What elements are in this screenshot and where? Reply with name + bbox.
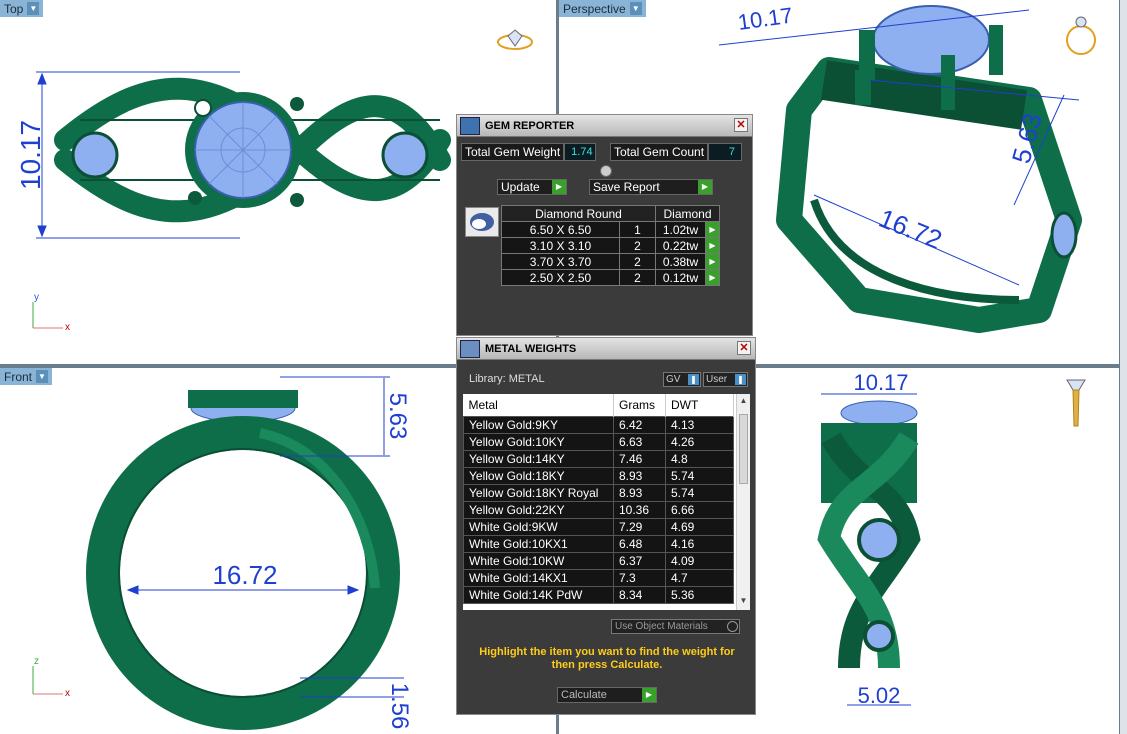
scroll-thumb[interactable] (739, 414, 748, 484)
gv-toggle[interactable]: GV ❚ (663, 372, 701, 387)
dropdown-icon[interactable]: ▼ (36, 370, 49, 383)
metal-table: Metal Grams DWT Yellow Gold:9KY 6.42 4.13 … (463, 394, 734, 604)
update-button[interactable]: Update ▶ (497, 179, 567, 195)
play-arrow-icon: ▶ (552, 180, 566, 194)
right-dim-b: 5.02 (858, 683, 901, 708)
close-icon[interactable]: ✕ (737, 341, 751, 355)
table-row[interactable]: White Gold:10KW 6.37 4.09 (463, 551, 734, 570)
ring-preview-icon (497, 29, 533, 50)
metal-weights-panel: METAL WEIGHTS ✕ Library: METAL GV ❚ User ❚… (456, 337, 756, 715)
use-object-materials-toggle[interactable]: Use Object Materials (611, 619, 740, 634)
top-dimension-height: 10.17 (15, 120, 46, 190)
close-icon[interactable]: ✕ (734, 118, 748, 132)
axis-indicator-front (32, 666, 63, 695)
table-row[interactable]: Yellow Gold:18KY Royal 8.93 5.74 (463, 483, 734, 502)
axis-indicator-top (32, 302, 63, 329)
gem-table: Diamond Round Diamond 6.50 X 6.50 1 1.02tw… (501, 205, 720, 286)
front-dim-b: 16.72 (212, 560, 277, 590)
right-edge-bar (1119, 0, 1127, 734)
radio-icon (727, 621, 738, 632)
calculate-hint: Highlight the item you want to find the … (479, 646, 735, 671)
play-arrow-icon[interactable]: ▶ (705, 221, 720, 238)
viewport-label-top[interactable]: Top ▼ (0, 0, 44, 17)
table-row[interactable]: Yellow Gold:9KY 6.42 4.13 (463, 415, 734, 434)
play-arrow-icon[interactable]: ▶ (705, 237, 720, 254)
metal-weights-titlebar[interactable]: METAL WEIGHTS ✕ (457, 338, 755, 360)
table-row[interactable]: Yellow Gold:10KY 6.63 4.26 (463, 432, 734, 451)
table-row[interactable]: White Gold:10KX1 6.48 4.16 (463, 534, 734, 553)
table-row[interactable]: 3.10 X 3.10 2 0.22tw ▶ (501, 237, 720, 254)
svg-text:z: z (34, 656, 39, 667)
front-dim-c: 1.56 (386, 683, 413, 730)
table-row[interactable]: Yellow Gold:14KY 7.46 4.8 (463, 449, 734, 468)
metal-list[interactable]: Metal Grams DWT Yellow Gold:9KY 6.42 4.13 … (463, 394, 750, 610)
table-row[interactable]: Yellow Gold:22KY 10.36 6.66 (463, 500, 734, 519)
table-row[interactable]: 2.50 X 2.50 2 0.12tw ▶ (501, 269, 720, 286)
scroll-up-icon[interactable]: ▲ (737, 396, 750, 408)
front-dim-a: 5.63 (384, 393, 411, 440)
save-report-button[interactable]: Save Report ▶ (589, 179, 713, 195)
right-dim-a: 10.17 (853, 370, 908, 395)
play-arrow-icon: ▶ (698, 180, 712, 194)
total-gem-count: Total Gem Count 7 (610, 143, 743, 161)
library-label: Library: METAL (469, 373, 545, 385)
gem-reporter-panel: GEM REPORTER ✕ Total Gem Weight 1.74 Tot… (456, 114, 753, 336)
perspective-dim-a: 10.17 (736, 3, 794, 35)
gem-thumbnail (465, 207, 499, 237)
table-row[interactable]: 6.50 X 6.50 1 1.02tw ▶ (501, 221, 720, 238)
svg-text:x: x (65, 322, 70, 333)
perspective-dim-c: 16.72 (875, 203, 947, 255)
svg-text:x: x (65, 688, 70, 699)
scroll-down-icon[interactable]: ▼ (737, 596, 750, 608)
dropdown-icon[interactable]: ▼ (629, 2, 642, 15)
metal-list-scrollbar[interactable]: ▲ ▼ (736, 394, 750, 610)
calculate-button[interactable]: Calculate ▶ (557, 687, 657, 703)
table-row[interactable]: White Gold:14KX1 7.3 4.7 (463, 568, 734, 587)
cad-workspace: Top ▼ 10.17 y x Perspective ▼ 10.17 5.63… (0, 0, 1127, 734)
gem-reporter-titlebar[interactable]: GEM REPORTER ✕ (457, 115, 752, 137)
total-gem-weight: Total Gem Weight 1.74 (461, 143, 597, 161)
viewport-label-front[interactable]: Front ▼ (0, 368, 53, 385)
play-arrow-icon[interactable]: ▶ (705, 253, 720, 270)
play-arrow-icon[interactable]: ▶ (705, 269, 720, 286)
gem-reporter-icon (460, 117, 480, 135)
collapse-toggle[interactable] (600, 165, 612, 177)
table-row[interactable]: 3.70 X 3.70 2 0.38tw ▶ (501, 253, 720, 270)
dropdown-icon[interactable]: ▼ (27, 2, 40, 15)
ring-preview-icon (1066, 379, 1086, 427)
table-row[interactable]: White Gold:14K PdW 8.34 5.36 (463, 585, 734, 604)
table-row[interactable]: Yellow Gold:18KY 8.93 5.74 (463, 466, 734, 485)
play-arrow-icon: ▶ (642, 688, 656, 702)
viewport-label-perspective[interactable]: Perspective ▼ (559, 0, 646, 17)
table-row[interactable]: White Gold:9KW 7.29 4.69 (463, 517, 734, 536)
metal-weights-icon (460, 340, 480, 358)
ring-preview-icon (1066, 16, 1096, 55)
user-toggle[interactable]: User ❚ (703, 372, 748, 387)
svg-text:y: y (34, 292, 39, 303)
